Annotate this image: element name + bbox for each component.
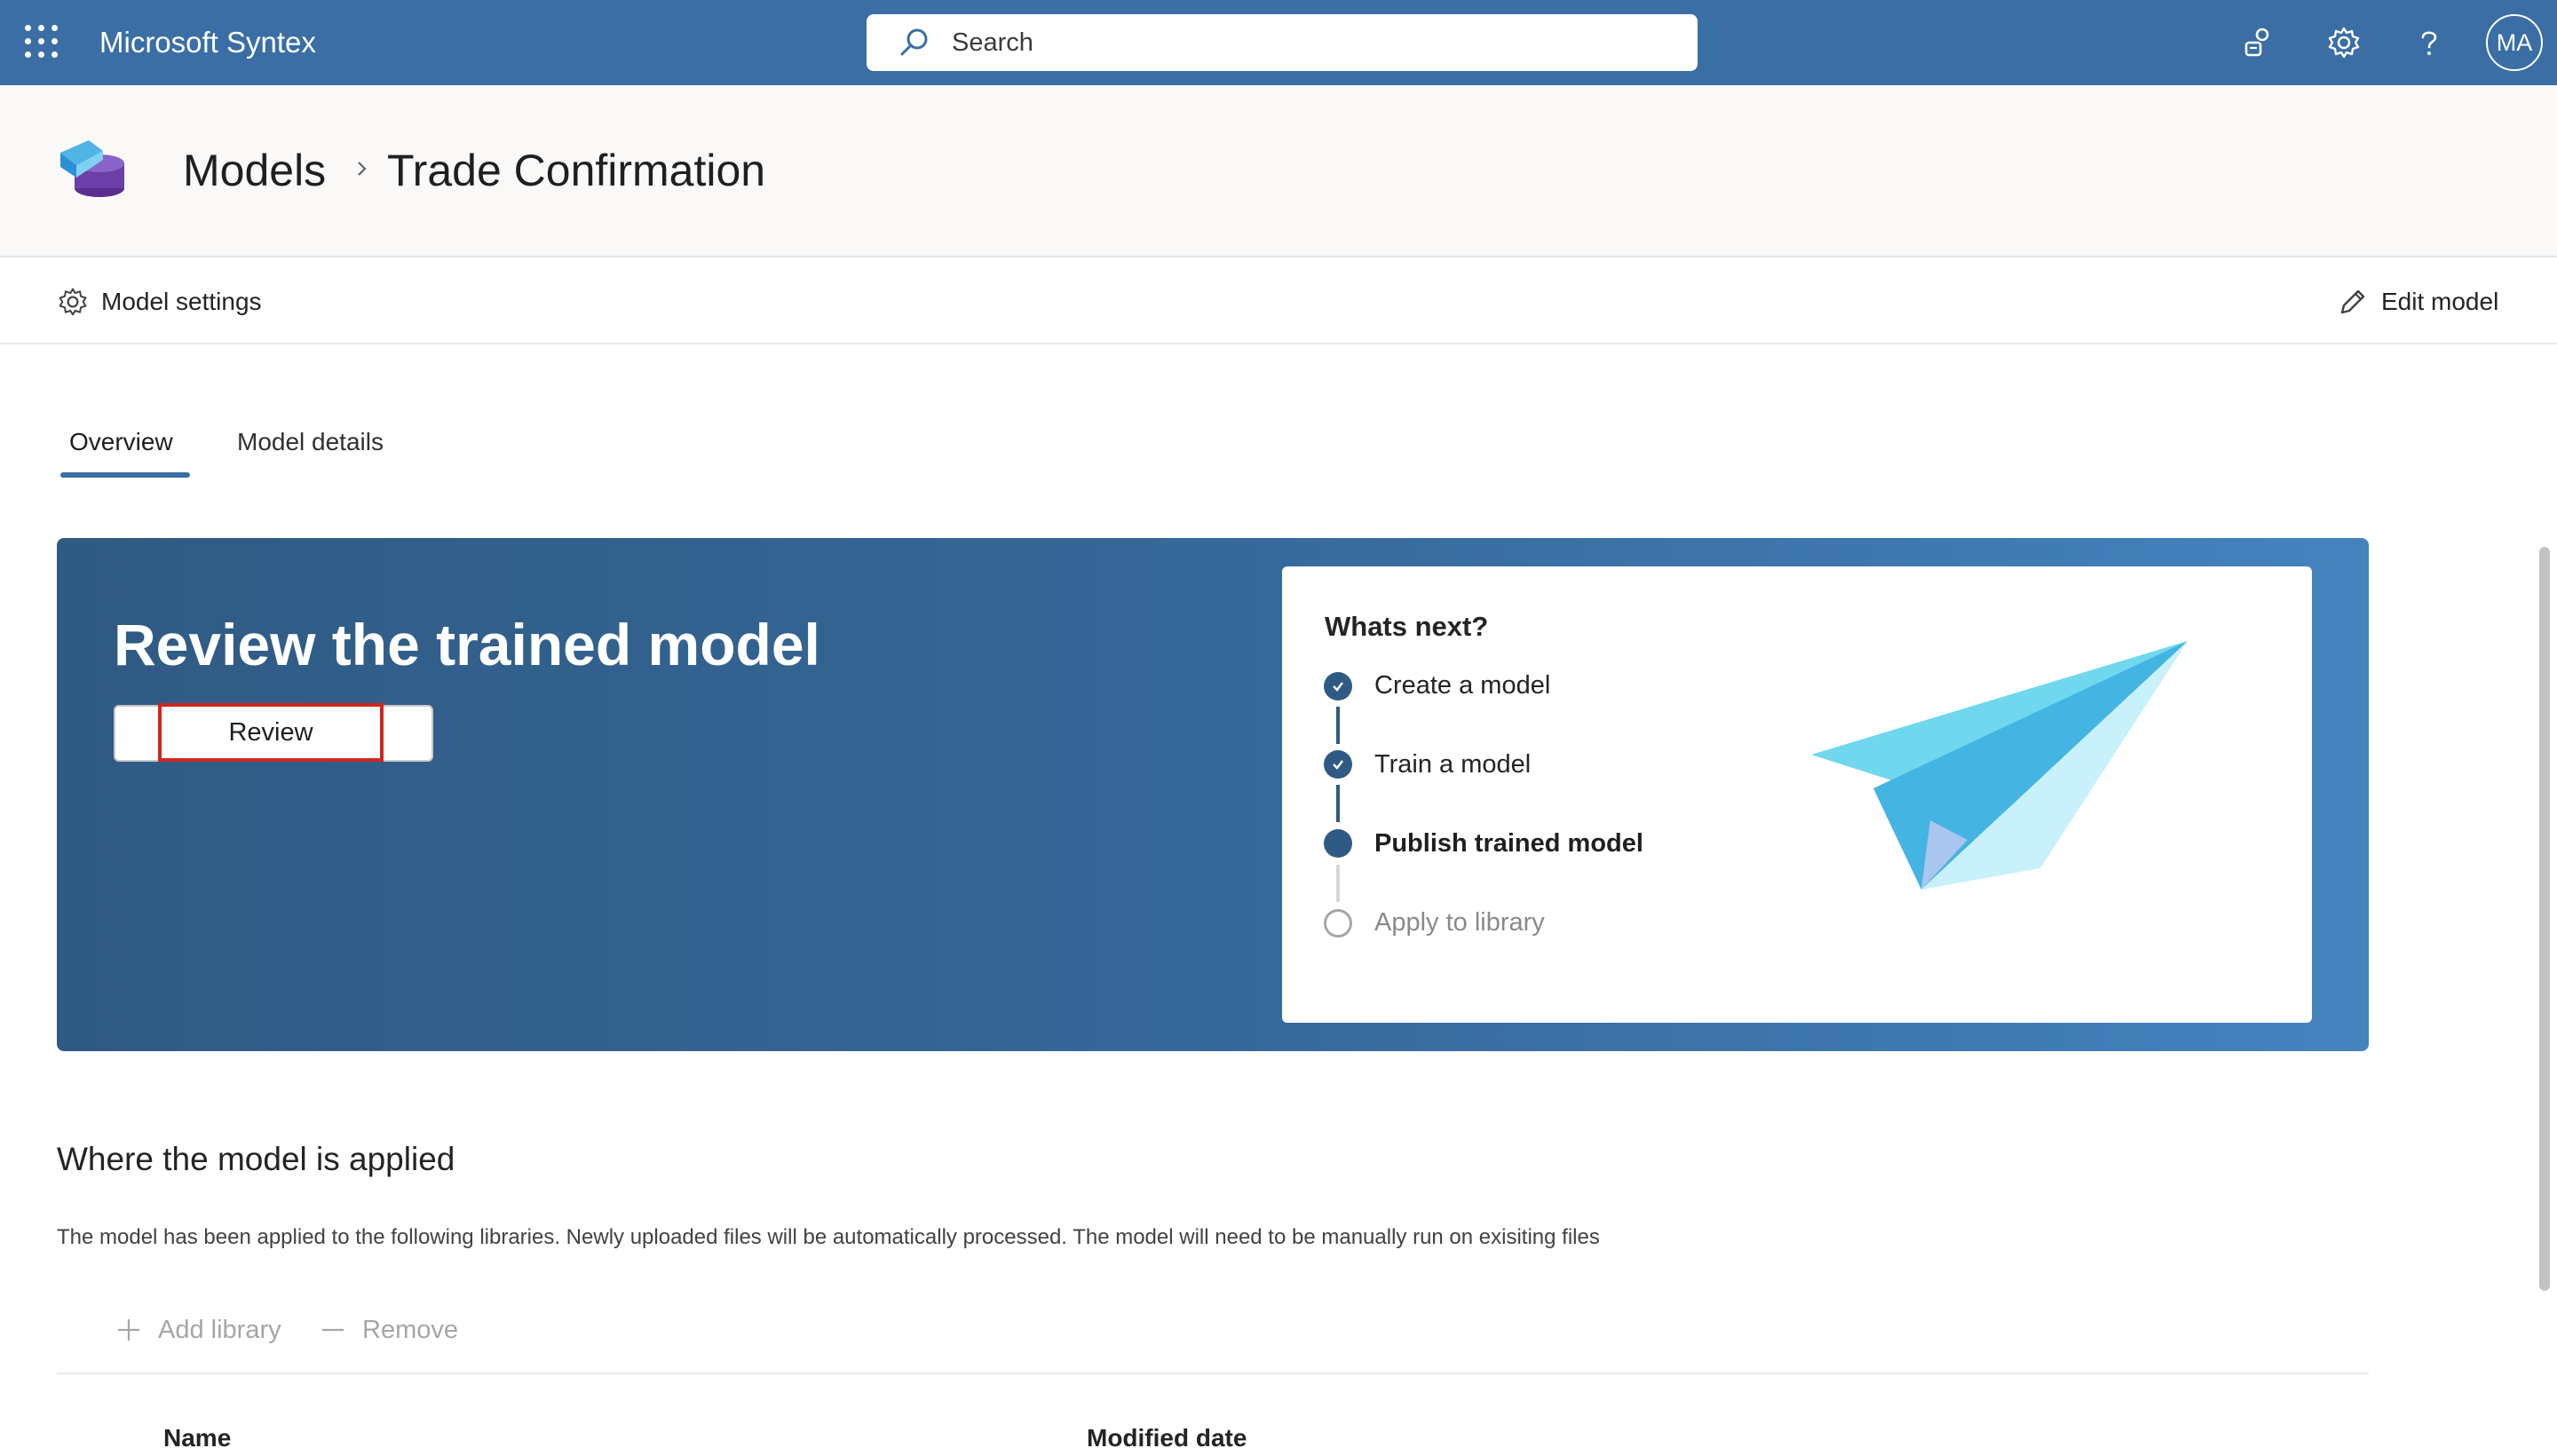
command-bar: Model settings Edit model <box>0 259 2557 344</box>
tab-model-details[interactable]: Model details <box>237 417 384 474</box>
step-create-model: Create a model <box>1374 671 1551 700</box>
search-box[interactable] <box>867 14 1698 71</box>
help-icon[interactable] <box>2406 20 2452 66</box>
waffle-icon[interactable] <box>25 25 60 60</box>
app-name[interactable]: Microsoft Syntex <box>99 25 316 60</box>
paper-plane-illustration <box>1811 641 2188 890</box>
search-icon <box>900 28 928 56</box>
review-button[interactable]: Review <box>158 703 384 762</box>
step-publish-trained-model: Publish trained model <box>1374 829 1643 858</box>
edit-model-button[interactable]: Edit model <box>2337 259 2498 344</box>
hero-title: Review the trained model <box>114 612 820 677</box>
plus-icon <box>118 1319 139 1341</box>
step-connector <box>1336 707 1340 744</box>
page-header <box>0 85 2557 257</box>
breadcrumb-models[interactable]: Models <box>183 142 326 199</box>
model-settings-label: Model settings <box>101 288 262 315</box>
suite-bar: Microsoft Syntex MA <box>0 0 2557 85</box>
edit-model-label: Edit model <box>2381 288 2499 315</box>
settings-gear-icon[interactable] <box>2321 20 2367 66</box>
applied-section-title: Where the model is applied <box>57 1141 455 1177</box>
applied-section-description: The model has been applied to the follow… <box>57 1225 1600 1249</box>
search-input[interactable] <box>952 28 1662 58</box>
step-pending-circle-icon <box>1324 909 1352 938</box>
syntex-logo <box>57 133 128 209</box>
gear-icon <box>59 288 87 316</box>
minus-icon <box>322 1328 344 1332</box>
scrollbar-thumb[interactable] <box>2539 547 2550 1291</box>
remove-button[interactable]: Remove <box>320 1310 458 1349</box>
remove-label: Remove <box>362 1315 458 1344</box>
step-current-dot-icon <box>1324 829 1352 858</box>
add-library-label: Add library <box>158 1315 281 1344</box>
whats-next-title: Whats next? <box>1325 611 1489 642</box>
avatar[interactable]: MA <box>2486 14 2543 71</box>
add-library-button[interactable]: Add library <box>115 1310 281 1349</box>
active-tab-indicator <box>60 472 190 478</box>
column-header-modified-date[interactable]: Modified date <box>1087 1420 1247 1456</box>
step-apply-to-library: Apply to library <box>1374 908 1545 937</box>
step-train-model: Train a model <box>1374 750 1532 779</box>
model-settings-button[interactable]: Model settings <box>57 259 262 344</box>
step-connector <box>1336 865 1340 902</box>
page-title: Trade Confirmation <box>387 146 766 195</box>
step-done-check-icon <box>1324 672 1352 700</box>
step-done-check-icon <box>1324 750 1352 779</box>
chevron-right-icon <box>358 162 367 176</box>
divider <box>57 1373 2369 1374</box>
pencil-icon <box>2340 289 2365 314</box>
column-header-name[interactable]: Name <box>163 1420 231 1456</box>
step-connector <box>1336 785 1340 822</box>
feedback-icon[interactable] <box>2236 20 2282 66</box>
tab-overview[interactable]: Overview <box>69 417 173 474</box>
